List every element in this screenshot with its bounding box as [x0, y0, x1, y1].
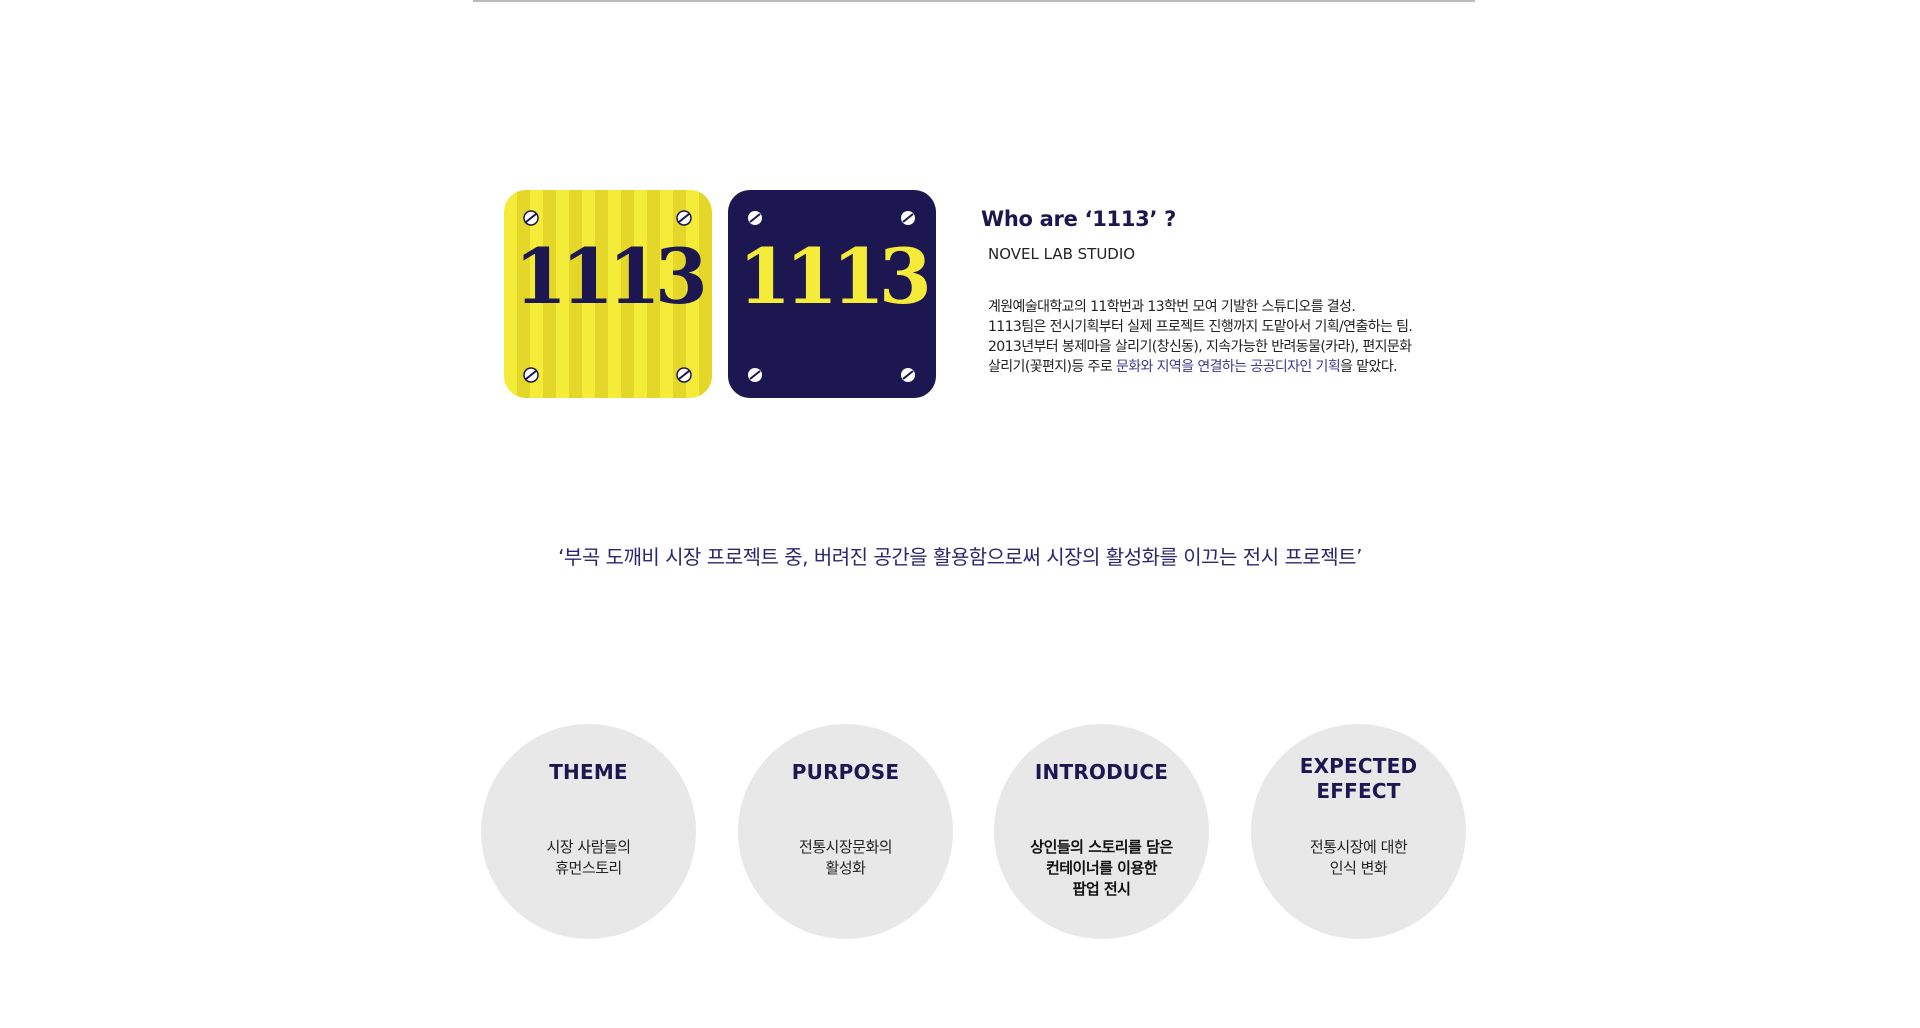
circle-desc-line: 전통시장문화의 — [798, 838, 893, 856]
about-line: 2013년부터 봉제마을 살리기(창신동), 지속가능한 반려동물(카라), 편… — [988, 339, 1412, 355]
circle-title-line: THEME — [549, 760, 628, 784]
circle-desc-line: 휴먼스토리 — [555, 859, 622, 877]
project-tagline: ‘부곡 도깨비 시장 프로젝트 중, 버려진 공간을 활용함으로써 시장의 활성… — [558, 545, 1362, 569]
logo-text: 1113 — [514, 232, 708, 321]
logo-1113-navy: 1113 — [728, 190, 936, 398]
circle-expected-effect: EXPECTED EFFECT 전통시장에 대한 인식 변화 — [1251, 724, 1466, 939]
about-description: 계원예술대학교의 11학번과 13학번 모여 기발한 스튜디오를 결성. 111… — [988, 297, 1461, 377]
circle-desc-line: 전통시장에 대한 — [1309, 838, 1408, 856]
top-divider — [473, 0, 1475, 2]
circle-purpose: PURPOSE 전통시장문화의 활성화 — [738, 724, 953, 939]
logo-text: 1113 — [738, 232, 932, 321]
circle-title-line: EFFECT — [1316, 779, 1401, 803]
circle-desc-line: 활성화 — [825, 859, 866, 877]
circle-title-line: PURPOSE — [791, 760, 900, 784]
about-title: Who are ‘1113’ ? — [981, 207, 1177, 231]
about-line-text: 을 맡았다. — [1340, 359, 1397, 375]
circle-desc-line: 인식 변화 — [1329, 859, 1388, 877]
circle-desc-line: 컨테이너를 이용한 — [1045, 859, 1158, 877]
circle-desc-line: 상인들의 스토리를 담은 — [1030, 838, 1173, 856]
circle-title-line: INTRODUCE — [1034, 760, 1169, 784]
circle-description: 전통시장에 대한 인식 변화 — [1251, 837, 1466, 879]
circle-desc-line: 시장 사람들의 — [546, 838, 631, 856]
about-line: 1113팀은 전시기획부터 실제 프로젝트 진행까지 도맡아서 기획/연출하는 … — [988, 319, 1413, 335]
about-line-text: 살리기(꽃편지)등 주로 — [988, 359, 1116, 375]
about-section: Who are ‘1113’ ? NOVEL LAB STUDIO 계원예술대학… — [981, 207, 1461, 377]
circle-introduce: INTRODUCE 상인들의 스토리를 담은 컨테이너를 이용한 팝업 전시 — [994, 724, 1209, 939]
about-highlight: 문화와 지역을 연결하는 공공디자인 기획 — [1115, 359, 1341, 375]
circle-description: 전통시장문화의 활성화 — [738, 837, 953, 879]
circle-description: 시장 사람들의 휴먼스토리 — [481, 837, 696, 879]
circle-title: THEME — [481, 760, 696, 785]
about-subtitle: NOVEL LAB STUDIO — [988, 245, 1136, 263]
circle-theme: THEME 시장 사람들의 휴먼스토리 — [481, 724, 696, 939]
circle-title-line: EXPECTED — [1299, 754, 1418, 778]
circle-description: 상인들의 스토리를 담은 컨테이너를 이용한 팝업 전시 — [994, 837, 1209, 900]
logo-1113-yellow: 1113 — [504, 190, 712, 398]
circle-title: INTRODUCE — [994, 760, 1209, 785]
circle-title: PURPOSE — [738, 760, 953, 785]
about-line: 계원예술대학교의 11학번과 13학번 모여 기발한 스튜디오를 결성. — [988, 299, 1356, 315]
about-line-last: 살리기(꽃편지)등 주로 문화와 지역을 연결하는 공공디자인 기획을 맡았다. — [988, 357, 1461, 377]
circle-desc-line: 팝업 전시 — [1072, 880, 1131, 898]
circle-title: EXPECTED EFFECT — [1251, 754, 1466, 804]
